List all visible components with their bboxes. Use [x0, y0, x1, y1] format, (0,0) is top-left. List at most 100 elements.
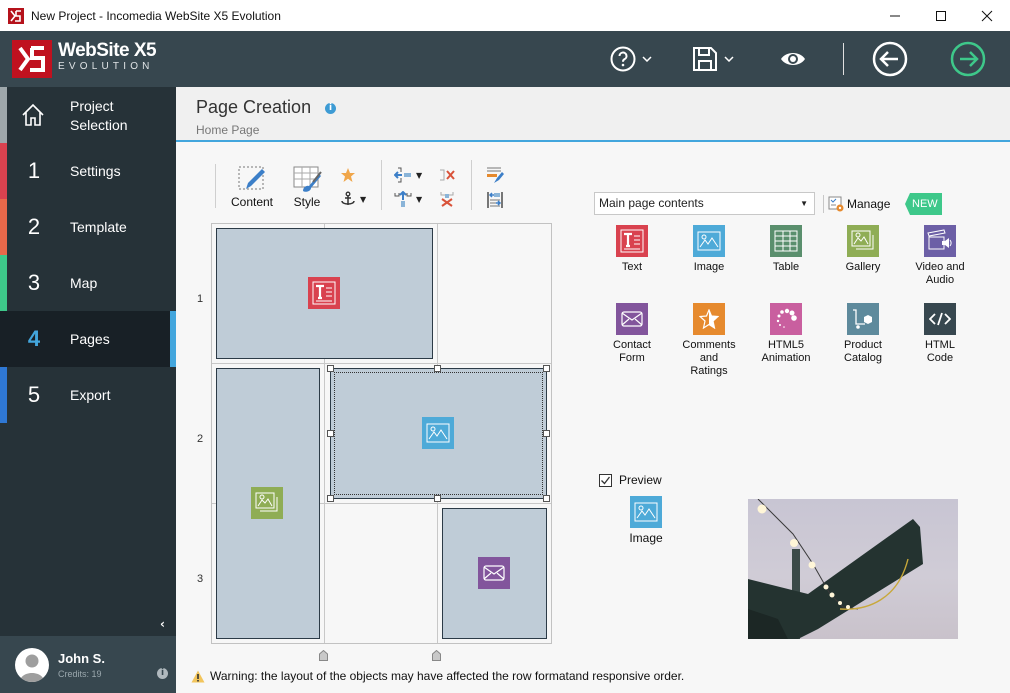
- palette-item-comments-ratings[interactable]: Comments and Ratings: [674, 303, 744, 378]
- palette-label: Table: [772, 261, 800, 273]
- layout-grid[interactable]: [211, 223, 552, 644]
- save-icon: [693, 47, 717, 71]
- resize-handle-se[interactable]: [543, 495, 550, 502]
- step-stripe: [0, 255, 7, 311]
- new-badge: NEW: [905, 193, 942, 215]
- column-resize-handle[interactable]: [432, 650, 441, 661]
- minimize-icon: [890, 15, 900, 16]
- html5-animation-icon: [770, 303, 802, 335]
- sidebar-item-settings[interactable]: 1 Settings: [0, 143, 176, 199]
- dropdown-caret-icon: ▼: [416, 194, 423, 204]
- home-icon: [22, 103, 44, 126]
- close-icon: [981, 10, 993, 21]
- sidebar-item-map[interactable]: 3 Map: [0, 255, 176, 311]
- minimize-button[interactable]: [872, 0, 918, 31]
- gallery-icon: [847, 225, 879, 257]
- insert-column-button[interactable]: ▼: [394, 167, 422, 183]
- manage-button[interactable]: Manage: [823, 193, 890, 215]
- palette-item-product-catalog[interactable]: Product Catalog: [828, 303, 898, 365]
- close-button[interactable]: [964, 0, 1010, 31]
- sidebar: Project Selection 1 Settings 2 Template …: [0, 87, 176, 693]
- sidebar-item-label: Pages: [70, 330, 110, 347]
- back-button[interactable]: [872, 41, 908, 77]
- insert-row-button[interactable]: ▼: [394, 191, 422, 207]
- anchor-icon: [341, 191, 355, 205]
- window-title: New Project - Incomedia WebSite X5 Evolu…: [31, 8, 281, 23]
- select-value: Main page contents: [599, 196, 704, 210]
- content-edit-icon: [238, 166, 265, 190]
- sidebar-item-export[interactable]: 5 Export: [0, 367, 176, 423]
- avatar[interactable]: [15, 648, 49, 682]
- responsive-order-button[interactable]: [486, 191, 504, 209]
- page-title: Page Creation: [196, 97, 312, 117]
- anchor-button[interactable]: ▼: [340, 191, 366, 207]
- info-icon[interactable]: i: [325, 103, 336, 114]
- sidebar-item-pages[interactable]: 4 Pages: [0, 311, 176, 367]
- resize-handle-w[interactable]: [327, 430, 334, 437]
- help-button[interactable]: [610, 41, 652, 77]
- resize-handle-e[interactable]: [543, 430, 550, 437]
- object-category-select[interactable]: Main page contents ▼: [594, 192, 815, 215]
- save-button[interactable]: [692, 41, 734, 77]
- grid-object-gallery[interactable]: [216, 368, 320, 639]
- page-header: Page Creation i Home Page: [176, 87, 1010, 142]
- next-button[interactable]: [950, 41, 986, 77]
- code-icon: [924, 303, 956, 335]
- palette-item-text[interactable]: Text: [597, 225, 667, 274]
- step-number: 3: [27, 270, 41, 295]
- row-label-1: 1: [197, 293, 204, 305]
- palette-item-video-audio[interactable]: Video and Audio: [905, 225, 975, 287]
- maximize-button[interactable]: [918, 0, 964, 31]
- style-brush-icon: [293, 166, 322, 192]
- shopping-cart-icon: [847, 303, 879, 335]
- column-resize-handle[interactable]: [319, 650, 328, 661]
- palette-item-gallery[interactable]: Gallery: [828, 225, 898, 274]
- palette-label: Video and Audio: [915, 261, 965, 286]
- user-panel: John S. Credits: 19 i: [0, 636, 176, 693]
- star-icon: [341, 168, 355, 182]
- resize-handle-sw[interactable]: [327, 495, 334, 502]
- palette-item-image[interactable]: Image: [674, 225, 744, 274]
- step-number: 5: [27, 382, 41, 407]
- logo-text: WebSite X5 EVOLUTION: [58, 41, 157, 73]
- preview-checkbox[interactable]: [599, 474, 612, 487]
- label-line2: Selection: [70, 117, 128, 133]
- resize-handle-n[interactable]: [434, 365, 441, 372]
- maximize-icon: [936, 10, 946, 21]
- sidebar-item-project-selection[interactable]: Project Selection: [0, 87, 176, 143]
- resize-handle-nw[interactable]: [327, 365, 334, 372]
- info-icon[interactable]: i: [157, 668, 168, 679]
- delete-column-button[interactable]: [439, 167, 455, 183]
- palette-item-html5-animation[interactable]: HTML5 Animation: [751, 303, 821, 365]
- manage-label: Manage: [847, 197, 891, 211]
- palette-item-html-code[interactable]: HTML Code: [905, 303, 975, 365]
- delete-row-button[interactable]: [439, 191, 455, 207]
- toolbar-divider: [471, 160, 472, 210]
- header-divider: [843, 43, 844, 75]
- format-painter-button[interactable]: [486, 166, 504, 184]
- resize-handle-s[interactable]: [434, 495, 441, 502]
- content-button[interactable]: Content: [228, 165, 276, 209]
- step-stripe: [0, 199, 7, 255]
- palette-item-table[interactable]: Table: [751, 225, 821, 274]
- grid-object-text[interactable]: [216, 228, 433, 359]
- palette-label: Image: [693, 261, 725, 273]
- toolbar-divider: [381, 160, 382, 210]
- preview-image: [748, 499, 958, 639]
- palette-label: Gallery: [845, 261, 881, 273]
- sidebar-item-label: Settings: [70, 162, 121, 179]
- preview-button[interactable]: [780, 41, 806, 77]
- collapse-sidebar-button[interactable]: ‹: [160, 617, 165, 631]
- dropdown-caret-icon: ▼: [800, 199, 808, 208]
- preview-photo-illustration: [748, 499, 923, 639]
- favorite-button[interactable]: [340, 167, 356, 183]
- style-button[interactable]: Style: [288, 165, 326, 209]
- grid-object-contact-form[interactable]: [442, 508, 547, 639]
- image-object-icon: [422, 417, 454, 449]
- grid-object-image[interactable]: [330, 368, 547, 499]
- palette-item-contact-form[interactable]: Contact Form: [597, 303, 667, 365]
- sidebar-item-template[interactable]: 2 Template: [0, 199, 176, 255]
- contact-form-object-icon: [478, 557, 510, 589]
- user-credits: Credits: 19: [58, 669, 102, 679]
- resize-handle-ne[interactable]: [543, 365, 550, 372]
